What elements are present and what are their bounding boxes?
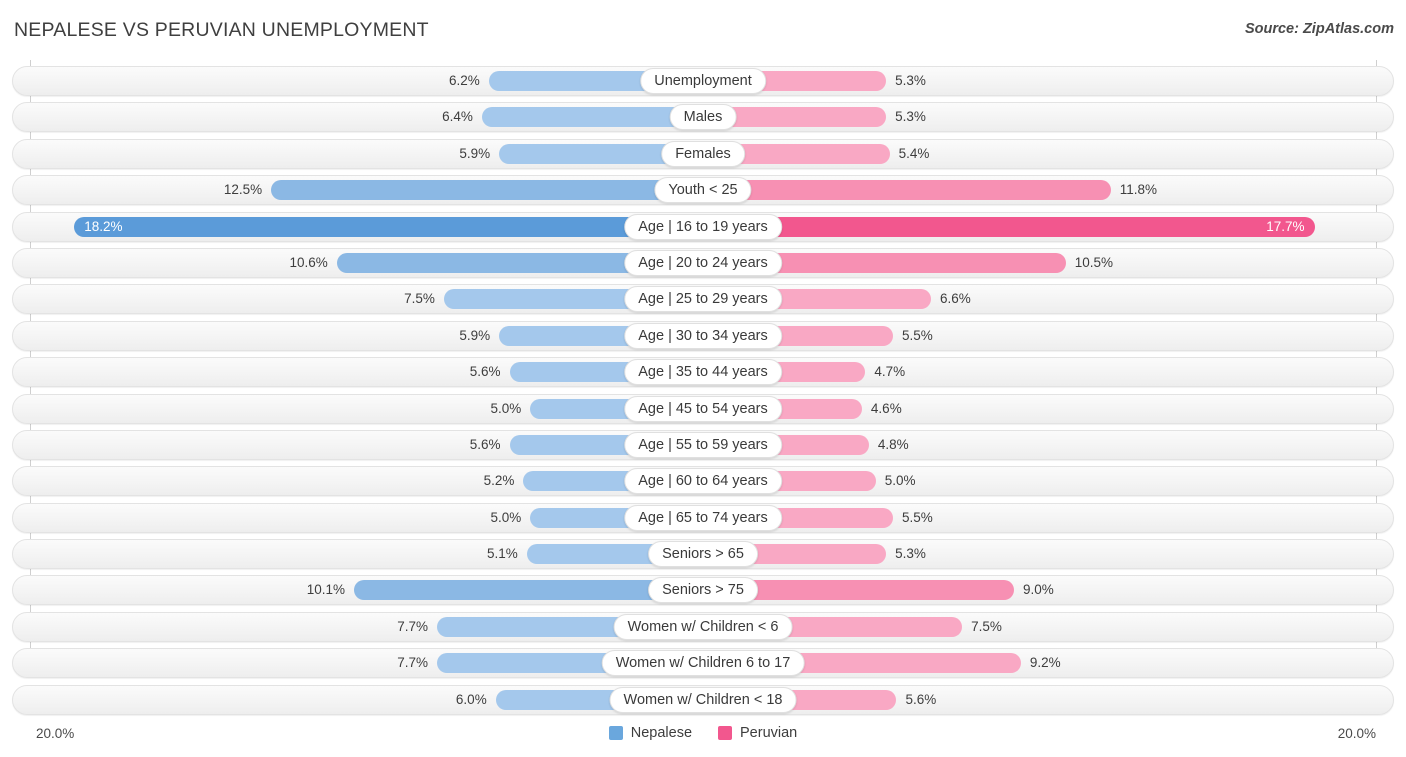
category-label: Youth < 25 <box>654 177 752 204</box>
legend-item[interactable]: Nepalese <box>608 725 693 741</box>
category-label: Females <box>661 140 745 167</box>
bar-row: 6.4% 5.3% Males <box>12 100 1394 136</box>
bar-row: 5.0% 4.6% Age | 45 to 54 years <box>12 392 1394 428</box>
bar-row: 18.2% 17.7% Age | 16 to 19 years <box>12 210 1394 246</box>
category-label: Unemployment <box>640 68 766 94</box>
category-label: Age | 16 to 19 years <box>624 213 782 240</box>
category-label: Age | 35 to 44 years <box>624 359 782 386</box>
value-label-nepalese: 7.5% <box>404 291 435 307</box>
value-label-peruvian: 5.3% <box>895 109 926 125</box>
bar-row: 6.0% 5.6% Women w/ Children < 18 <box>12 683 1394 719</box>
category-label: Age | 55 to 59 years <box>624 431 782 458</box>
category-label: Age | 20 to 24 years <box>624 249 782 276</box>
bar-row: 5.2% 5.0% Age | 60 to 64 years <box>12 464 1394 500</box>
bar-row: 10.6% 10.5% Age | 20 to 24 years <box>12 246 1394 282</box>
legend-swatch-icon <box>608 726 623 740</box>
category-label: Age | 25 to 29 years <box>624 286 782 313</box>
value-label-nepalese: 5.0% <box>490 509 522 525</box>
bar-nepalese <box>74 216 703 237</box>
value-label-peruvian: 10.5% <box>1074 254 1114 270</box>
value-label-peruvian: 9.0% <box>1022 582 1054 598</box>
bar-row: 5.0% 5.5% Age | 65 to 74 years <box>12 501 1394 537</box>
value-label-peruvian: 5.5% <box>902 327 933 343</box>
value-label-nepalese: 10.6% <box>289 254 328 270</box>
category-label: Seniors > 75 <box>648 577 758 604</box>
category-label: Age | 65 to 74 years <box>624 504 782 531</box>
value-label-peruvian: 4.8% <box>877 436 909 452</box>
value-label-nepalese: 7.7% <box>397 618 428 634</box>
value-label-nepalese: 6.2% <box>449 73 480 88</box>
value-label-peruvian: 5.6% <box>905 691 937 707</box>
value-label-peruvian: 9.2% <box>1029 655 1061 671</box>
value-label-nepalese: 5.9% <box>459 145 491 161</box>
value-label-nepalese: 5.6% <box>469 364 501 380</box>
bar-row: 7.7% 9.2% Women w/ Children 6 to 17 <box>12 646 1394 682</box>
legend-swatch-icon <box>718 726 733 740</box>
value-label-nepalese: 18.2% <box>84 218 123 234</box>
chart-plot-area: 6.2% 5.3% Unemployment 6.4% 5.3% Males 5.9% 5.4… <box>0 60 1406 717</box>
value-label-nepalese: 5.9% <box>459 327 491 343</box>
legend-item[interactable]: Peruvian <box>718 725 797 741</box>
bar-row: 5.6% 4.8% Age | 55 to 59 years <box>12 428 1394 464</box>
legend-label: Nepalese <box>630 725 693 741</box>
value-label-peruvian: 5.4% <box>898 145 930 161</box>
bar-row: 7.5% 6.6% Age | 25 to 29 years <box>12 282 1394 318</box>
chart-legend: Nepalese Peruvian <box>0 725 1406 741</box>
category-label: Age | 60 to 64 years <box>624 468 782 495</box>
bar-row: 5.9% 5.5% Age | 30 to 34 years <box>12 319 1394 355</box>
value-label-peruvian: 4.7% <box>874 364 906 380</box>
value-label-peruvian: 5.0% <box>884 473 916 489</box>
value-label-nepalese: 10.1% <box>306 582 346 598</box>
legend-label: Peruvian <box>740 725 798 741</box>
value-label-nepalese: 12.5% <box>223 182 263 198</box>
chart-header: NEPALESE VS PERUVIAN UNEMPLOYMENT Source… <box>0 0 1406 60</box>
value-label-peruvian: 6.6% <box>940 291 971 307</box>
category-label: Age | 30 to 34 years <box>624 322 782 349</box>
value-label-peruvian: 11.8% <box>1119 182 1157 198</box>
chart-footer: 20.0% 20.0% Nepalese Peruvian <box>0 715 1406 757</box>
category-label: Women w/ Children 6 to 17 <box>601 650 805 677</box>
category-label: Women w/ Children < 6 <box>613 613 793 640</box>
category-label: Seniors > 65 <box>648 541 758 568</box>
value-label-nepalese: 6.0% <box>455 691 487 707</box>
value-label-nepalese: 6.4% <box>442 109 473 125</box>
bar-nepalese <box>271 180 703 201</box>
bar-row: 5.9% 5.4% Females <box>12 137 1394 173</box>
category-label: Males <box>669 104 737 131</box>
bar-row: 5.6% 4.7% Age | 35 to 44 years <box>12 355 1394 391</box>
value-label-nepalese: 5.1% <box>487 546 518 562</box>
value-label-nepalese: 5.6% <box>469 436 501 452</box>
bar-peruvian <box>703 216 1315 237</box>
bar-row: 12.5% 11.8% Youth < 25 <box>12 173 1394 209</box>
bar-row: 7.7% 7.5% Women w/ Children < 6 <box>12 610 1394 646</box>
bar-row: 5.1% 5.3% Seniors > 65 <box>12 537 1394 573</box>
bar-rows-container: 6.2% 5.3% Unemployment 6.4% 5.3% Males 5.9% 5.4… <box>12 64 1394 719</box>
bar-row: 10.1% 9.0% Seniors > 75 <box>12 573 1394 609</box>
value-label-peruvian: 5.3% <box>895 73 926 88</box>
value-label-nepalese: 7.7% <box>397 655 428 671</box>
bar-peruvian <box>703 180 1111 201</box>
value-label-nepalese: 5.0% <box>490 400 522 416</box>
value-label-peruvian: 4.6% <box>870 400 902 416</box>
value-label-peruvian: 5.5% <box>902 509 933 525</box>
source-attribution: Source: ZipAtlas.com <box>1244 21 1394 37</box>
page-title: NEPALESE VS PERUVIAN UNEMPLOYMENT <box>14 19 429 41</box>
value-label-peruvian: 17.7% <box>1266 218 1305 234</box>
value-label-nepalese: 5.2% <box>483 473 515 489</box>
bar-row: 6.2% 5.3% Unemployment <box>12 64 1394 100</box>
value-label-peruvian: 5.3% <box>895 546 926 562</box>
category-label: Age | 45 to 54 years <box>624 395 782 422</box>
value-label-peruvian: 7.5% <box>971 618 1002 634</box>
category-label: Women w/ Children < 18 <box>609 686 797 713</box>
